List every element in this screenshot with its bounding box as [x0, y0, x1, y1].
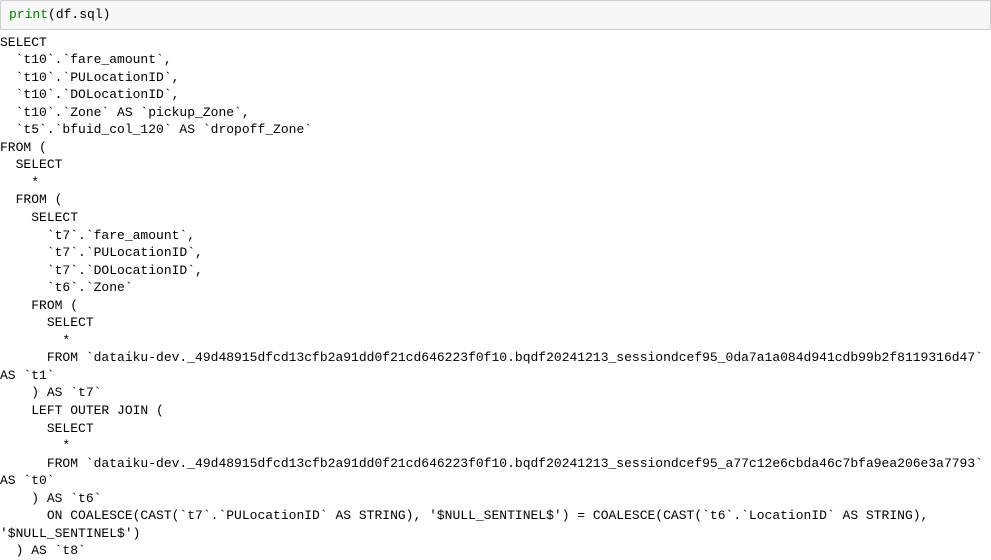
- code-input-cell[interactable]: print(df.sql): [0, 0, 991, 30]
- code-output: SELECT `t10`.`fare_amount`, `t10`.`PULoc…: [0, 30, 991, 560]
- paren-open: (: [48, 7, 56, 22]
- expr-token: df.sql: [56, 7, 103, 22]
- builtin-token: print: [9, 7, 48, 22]
- paren-close: ): [103, 7, 111, 22]
- code-line: print(df.sql): [9, 6, 982, 24]
